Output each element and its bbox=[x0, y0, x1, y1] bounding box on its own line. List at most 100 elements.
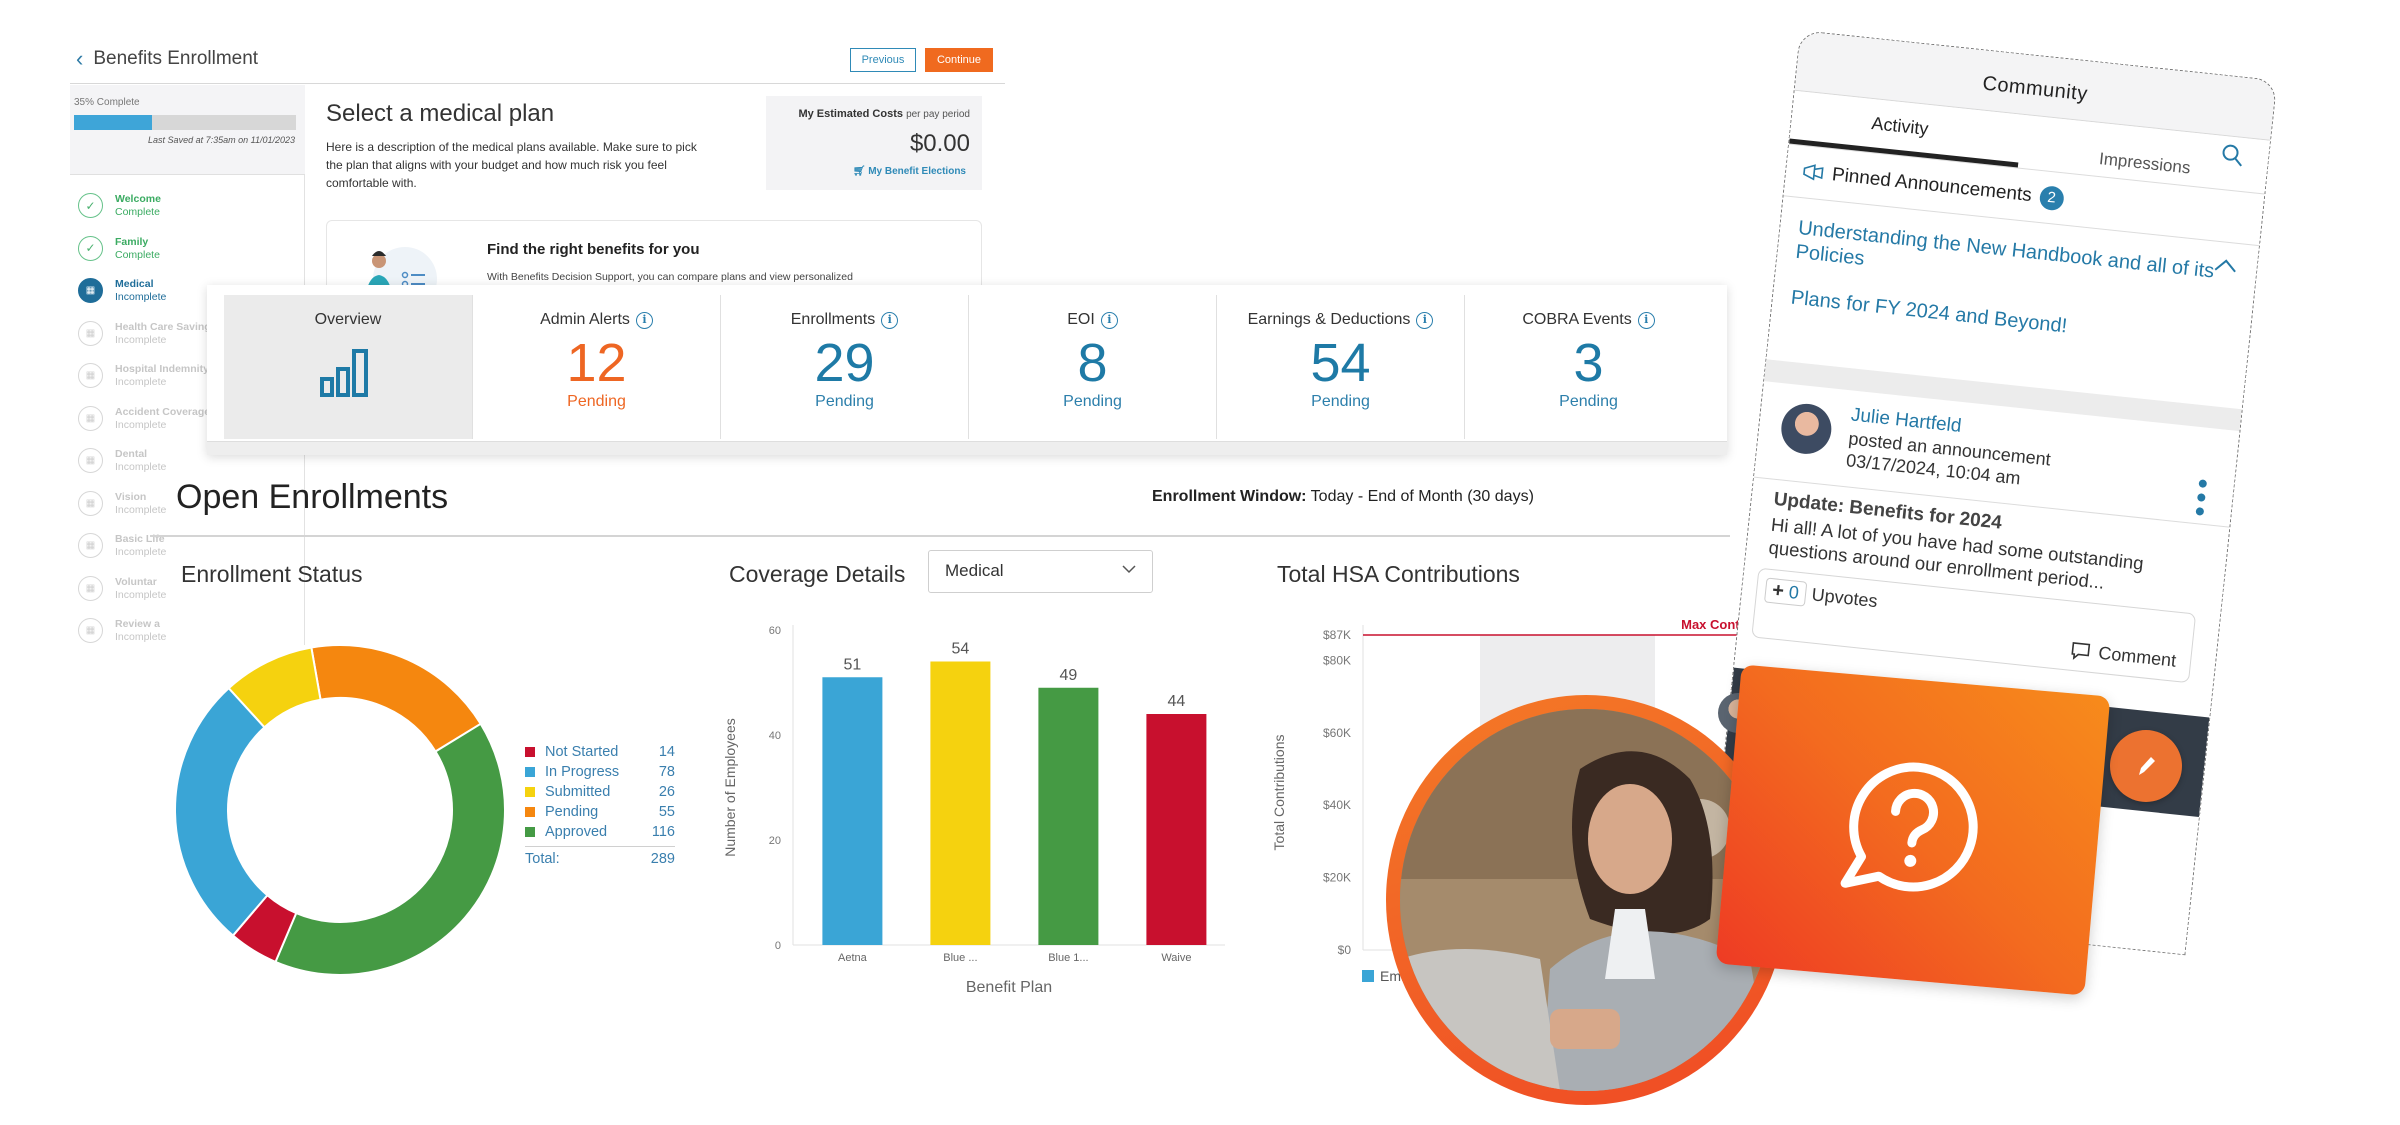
coverage-select-value: Medical bbox=[945, 561, 1004, 580]
info-icon[interactable]: i bbox=[881, 311, 899, 329]
pencil-icon bbox=[2139, 757, 2155, 775]
tile-label: EOI bbox=[1067, 311, 1095, 328]
tile-status: Pending bbox=[567, 393, 626, 410]
cart-icon: 🛒︎ bbox=[852, 166, 866, 177]
stats-bar-footer bbox=[207, 441, 1727, 455]
coverage-details-title: Coverage Details bbox=[729, 561, 906, 587]
legend-swatch bbox=[1362, 970, 1374, 982]
donut-slice-pending[interactable] bbox=[310, 644, 483, 753]
feed-separator bbox=[1764, 359, 2242, 432]
y-axis-label: Total Contributions bbox=[1271, 735, 1287, 851]
coverage-type-select[interactable]: Medical bbox=[928, 550, 1153, 593]
bar-2[interactable] bbox=[1038, 687, 1099, 945]
tile-eoi[interactable]: EOI i 8 Pending bbox=[968, 295, 1216, 439]
enrollment-header: ‹ Benefits Enrollment Previous Continue bbox=[70, 40, 1005, 84]
y-tick-label: $80K bbox=[1323, 653, 1351, 667]
bar-3[interactable] bbox=[1146, 714, 1207, 945]
comment-label: Comment bbox=[2097, 642, 2178, 671]
compose-button[interactable] bbox=[2110, 730, 2182, 802]
step-welcome[interactable]: ✓ Welcome Complete bbox=[78, 193, 235, 236]
info-icon[interactable]: i bbox=[1416, 311, 1434, 329]
tile-status: Pending bbox=[815, 393, 874, 410]
y-tick-label: $60K bbox=[1323, 726, 1351, 740]
tab-overview[interactable]: Overview bbox=[224, 295, 472, 439]
tile-label: Earnings & Deductions bbox=[1247, 311, 1411, 328]
donut-slice-in-progress[interactable] bbox=[174, 686, 269, 937]
decision-support-title: Find the right benefits for you bbox=[487, 241, 700, 258]
divider bbox=[150, 535, 1730, 537]
progress-bar bbox=[74, 115, 296, 130]
megaphone-icon bbox=[1803, 163, 1824, 180]
chevron-up-icon[interactable] bbox=[2214, 258, 2237, 274]
last-saved-text: Last Saved at 7:35am on 11/01/2023 bbox=[148, 135, 295, 145]
calendar-icon: ▦ bbox=[78, 405, 103, 431]
page-description: Here is a description of the medical pla… bbox=[326, 140, 697, 190]
legend-label: Approved bbox=[545, 824, 608, 840]
legend-item[interactable]: Pending 55 bbox=[525, 802, 675, 822]
comment-icon bbox=[2071, 641, 2091, 660]
legend-label: Pending bbox=[545, 804, 599, 820]
tile-earnings-deductions[interactable]: Earnings & Deductions i 54 Pending bbox=[1216, 295, 1464, 439]
y-tick-label: 40 bbox=[769, 730, 781, 742]
calendar-icon: ▦ bbox=[78, 363, 103, 388]
comment-button[interactable]: Comment bbox=[2070, 640, 2178, 672]
check-icon: ✓ bbox=[78, 235, 103, 261]
legend-total-value: 289 bbox=[650, 851, 675, 867]
upvote-count: 0 bbox=[1787, 581, 1800, 603]
x-axis-label: Benefit Plan bbox=[966, 979, 1052, 996]
author-avatar[interactable] bbox=[1778, 401, 1834, 457]
step-status: Incomplete bbox=[115, 461, 167, 473]
woman-with-laptop-illustration bbox=[1400, 709, 1772, 1091]
legend-label: Not Started bbox=[545, 744, 619, 760]
estimated-costs-label: My Estimated Costs per pay period bbox=[798, 108, 970, 120]
stats-bar: Overview Admin Alerts i 12 Pending Enroll… bbox=[207, 285, 1727, 455]
question-chat-icon bbox=[1840, 762, 1978, 892]
tile-label: Enrollments bbox=[790, 311, 876, 328]
info-icon[interactable]: i bbox=[1637, 311, 1655, 329]
estimated-cost-amount: $0.00 bbox=[909, 130, 970, 157]
x-tick-label: Blue ... bbox=[943, 952, 977, 964]
calendar-icon: ▦ bbox=[78, 278, 103, 303]
legend-item[interactable]: Approved 116 bbox=[525, 822, 675, 842]
legend-total: Total: 289 bbox=[525, 846, 675, 867]
x-tick-label: Waive bbox=[1161, 952, 1191, 964]
upvote-button[interactable]: + 0 Upvotes bbox=[1763, 577, 1879, 615]
progress-label: 35% Complete bbox=[74, 97, 140, 108]
step-status: Incomplete bbox=[115, 546, 167, 558]
tab-activity[interactable]: Activity bbox=[1871, 113, 1930, 140]
tile-status: Pending bbox=[1063, 393, 1122, 410]
legend-value: 55 bbox=[658, 804, 675, 820]
step-family[interactable]: ✓ Family Complete bbox=[78, 235, 235, 279]
more-options-icon[interactable] bbox=[2194, 477, 2208, 518]
legend-item[interactable]: Not Started 14 bbox=[525, 742, 675, 762]
bar-0[interactable] bbox=[822, 677, 883, 945]
info-icon[interactable]: i bbox=[635, 311, 653, 329]
tab-impressions[interactable]: Impressions bbox=[2098, 149, 2191, 178]
help-card[interactable] bbox=[1715, 664, 2111, 996]
tile-label: COBRA Events bbox=[1522, 311, 1632, 328]
legend-swatch bbox=[525, 767, 535, 777]
bar-1[interactable] bbox=[930, 661, 991, 946]
benefit-elections-link[interactable]: 🛒︎ My Benefit Elections bbox=[853, 166, 966, 177]
info-icon[interactable]: i bbox=[1100, 311, 1118, 329]
tile-cobra-events[interactable]: COBRA Events i 3 Pending bbox=[1464, 295, 1712, 439]
chevron-left-icon: ‹ bbox=[76, 46, 84, 71]
back-link[interactable]: ‹ Benefits Enrollment bbox=[76, 46, 258, 72]
x-tick-label: Blue 1... bbox=[1048, 952, 1088, 964]
tile-value: 8 bbox=[1077, 333, 1108, 393]
donut-slice-approved[interactable] bbox=[274, 722, 506, 976]
legend-item[interactable]: Submitted 26 bbox=[525, 782, 675, 802]
continue-button[interactable]: Continue bbox=[925, 48, 993, 72]
step-name: Welcome bbox=[115, 193, 161, 205]
step-name: Medical bbox=[115, 278, 154, 290]
previous-button[interactable]: Previous bbox=[850, 48, 916, 72]
legend-swatch bbox=[525, 827, 535, 837]
tile-enrollments[interactable]: Enrollments i 29 Pending bbox=[720, 295, 968, 439]
tile-admin-alerts[interactable]: Admin Alerts i 12 Pending bbox=[472, 295, 720, 439]
legend-item[interactable]: In Progress 78 bbox=[525, 762, 675, 782]
y-tick-label: 0 bbox=[775, 940, 781, 952]
calendar-icon: ▦ bbox=[78, 448, 103, 473]
open-enrollments-title: Open Enrollments bbox=[176, 478, 449, 516]
search-icon[interactable] bbox=[2219, 142, 2245, 168]
progress-fill bbox=[74, 115, 152, 130]
